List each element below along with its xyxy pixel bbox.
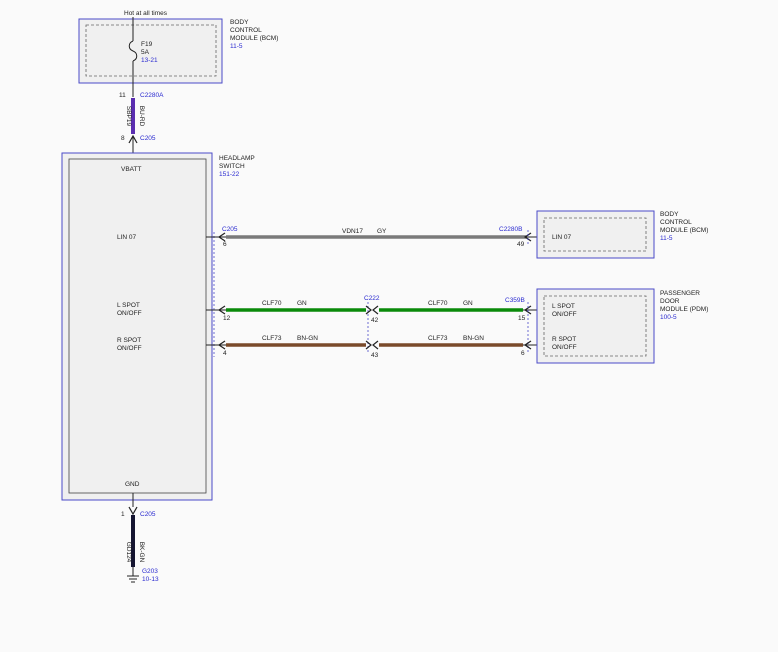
c2280b-pin: 49 [517,241,525,248]
c205-top-label: C205 [140,135,156,142]
bcm-top-outer-box [78,18,223,84]
headlamp-switch-name-2: SWITCH [219,163,245,170]
c222-label: C222 [364,295,380,302]
supply-wire-color: BU-RD [138,106,145,127]
c359b-rspot-pin: 6 [521,350,525,357]
lspot-wire-right-circuit: CLF70 [428,300,448,307]
bcm-right-name-3: MODULE (BCM) [660,227,708,234]
c359b-label: C359B [505,297,525,304]
supply-wire-circuit: SBP19 [125,106,132,127]
gnd-wire-color: BK-GN [138,542,145,563]
pdm-pin-rspot-1: R SPOT [552,336,576,343]
headlamp-switch: HEADLAMP SWITCH 151-22 VBATT LIN 07 L SP… [61,152,255,501]
c222-rspot-male [365,340,372,350]
pin-rspot-label-1: R SPOT [117,337,141,344]
lspot-wire-left-circuit: CLF70 [262,300,282,307]
c2280b-label: C2280B [499,226,523,233]
pin-lspot-label-2: ON/OFF [117,310,142,317]
headlamp-switch-outer-box [61,152,213,501]
supply-label: Hot at all times [124,10,168,17]
ground-symbol [127,575,139,583]
bcm-top-name-3: MODULE (BCM) [230,35,278,42]
bcm-top-module: BODY CONTROL MODULE (BCM) 11-5 [78,18,278,84]
bcm-right-name-1: BODY [660,211,679,218]
c222-lspot-male [365,305,372,315]
c222-lspot-pin: 42 [371,317,379,324]
lin-wire-color: GY [377,228,387,235]
ground-ref: 10-13 [142,576,159,583]
pdm-pin-lspot-2: ON/OFF [552,311,577,318]
bcm-top-ref: 11-5 [230,43,243,50]
fuse-ref: 13-21 [141,57,158,64]
c205-lin-label: C205 [222,226,238,233]
c205-bottom-connector-arrow [128,506,138,516]
lin-wire-circuit: VDN17 [342,228,363,235]
bcm-top-name-1: BODY [230,19,249,26]
ground-name: G203 [142,568,158,575]
pdm-outer-box [536,288,655,364]
lspot-wire-right-color: GN [463,300,473,307]
bcm-right-ref: 11-5 [660,235,673,242]
c2280a-pin: 11 [119,92,126,99]
c359b-lspot-pin: 15 [518,315,526,322]
pdm-module: L SPOT ON/OFF R SPOT ON/OFF PASSENGER DO… [536,288,708,364]
wiring-diagram: BODY CONTROL MODULE (BCM) 11-5 Hot at al… [61,10,708,583]
pdm-ref: 100-5 [660,314,677,321]
pin-vbatt-label: VBATT [121,166,141,173]
pin-lspot-label-1: L SPOT [117,302,140,309]
lspot-switch-pin: 12 [223,315,231,322]
c222-rspot-female [372,340,379,350]
rspot-wire-left-color: BN-GN [297,335,318,342]
fuse-rating: 5A [141,49,150,56]
rspot-wire-right-circuit: CLF73 [428,335,448,342]
headlamp-switch-name-1: HEADLAMP [219,155,255,162]
c205-top-pin: 8 [121,135,125,142]
fuse-name: F19 [141,41,153,48]
pin-rspot-label-2: ON/OFF [117,345,142,352]
rspot-wire-right-color: BN-GN [463,335,484,342]
c2280a-label: C2280A [140,92,164,99]
lspot-wire-left-color: GN [297,300,307,307]
pdm-name-3: MODULE (PDM) [660,306,708,313]
pin-lin-label: LIN 07 [117,234,137,241]
lin-switch-pin: 6 [223,241,227,248]
rspot-wire-left-circuit: CLF73 [262,335,282,342]
bcm-right-name-2: CONTROL [660,219,692,226]
bcm-top-name-2: CONTROL [230,27,262,34]
c205-bottom-label: C205 [140,511,156,518]
pin-gnd-label: GND [125,481,140,488]
pdm-name-2: DOOR [660,298,680,305]
headlamp-switch-ref: 151-22 [219,171,240,178]
c222-rspot-pin: 43 [371,352,379,359]
pdm-name-1: PASSENGER [660,290,700,297]
pdm-pin-lspot-1: L SPOT [552,303,575,310]
c222-lspot-female [372,305,379,315]
pdm-pin-rspot-2: ON/OFF [552,344,577,351]
bcm-right-pin-lin: LIN 07 [552,234,572,241]
rspot-switch-pin: 4 [223,350,227,357]
gnd-wire-circuit: GD124 [125,542,132,563]
bcm-right-module: LIN 07 BODY CONTROL MODULE (BCM) 11-5 [536,210,708,259]
c205-bottom-pin: 1 [121,511,125,518]
